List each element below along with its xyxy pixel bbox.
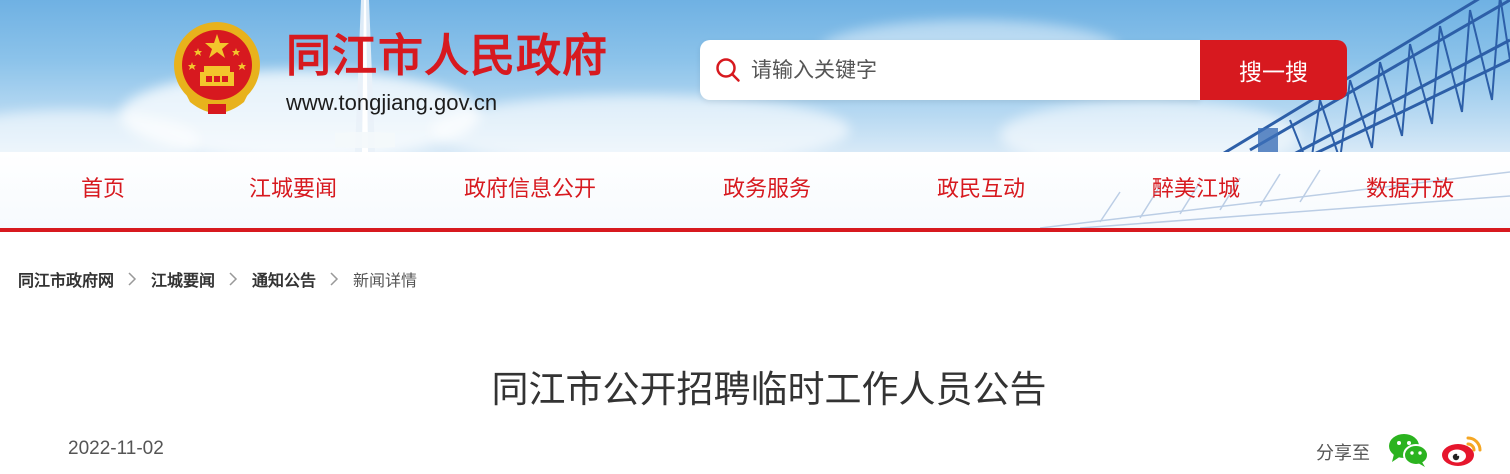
header-banner: 同江市人民政府 www.tongjiang.gov.cn 搜一搜 — [0, 0, 1510, 152]
nav-item-gov-services[interactable]: 政务服务 — [723, 152, 811, 228]
breadcrumb-item-home[interactable]: 同江市政府网 — [18, 267, 114, 291]
article-date: 2022-11-02 — [68, 438, 164, 459]
nav-divider — [0, 228, 1510, 232]
chevron-right-icon — [128, 272, 137, 286]
chevron-right-icon — [229, 272, 238, 286]
nav-item-open-data[interactable]: 数据开放 — [1366, 152, 1454, 228]
breadcrumb: 同江市政府网 江城要闻 通知公告 新闻详情 — [18, 266, 417, 292]
site-domain: www.tongjiang.gov.cn — [286, 90, 498, 115]
breadcrumb-current: 新闻详情 — [353, 271, 418, 290]
search-input[interactable] — [751, 40, 1200, 100]
site-title[interactable]: 同江市人民政府 — [286, 30, 608, 82]
search-icon — [716, 58, 740, 82]
nav-item-gov-info[interactable]: 政府信息公开 — [464, 152, 596, 228]
chevron-right-icon — [330, 272, 339, 286]
nav-item-home[interactable]: 首页 — [81, 152, 125, 228]
search-button[interactable]: 搜一搜 — [1200, 40, 1347, 100]
main-nav: 首页 江城要闻 政府信息公开 政务服务 政民互动 醉美江城 数据开放 — [0, 152, 1510, 228]
breadcrumb-item-notices[interactable]: 通知公告 — [252, 267, 316, 291]
national-emblem-icon — [174, 22, 260, 114]
share-label: 分享至 — [1316, 443, 1370, 464]
weibo-icon[interactable] — [1440, 432, 1482, 468]
nav-item-scenery[interactable]: 醉美江城 — [1152, 152, 1240, 228]
nav-item-city-news[interactable]: 江城要闻 — [249, 152, 337, 228]
article-title: 同江市公开招聘临时工作人员公告 — [491, 368, 1047, 411]
nav-item-interaction[interactable]: 政民互动 — [937, 152, 1025, 228]
wechat-icon[interactable] — [1388, 432, 1430, 468]
search-box — [700, 40, 1200, 100]
breadcrumb-item-city-news[interactable]: 江城要闻 — [151, 267, 215, 291]
